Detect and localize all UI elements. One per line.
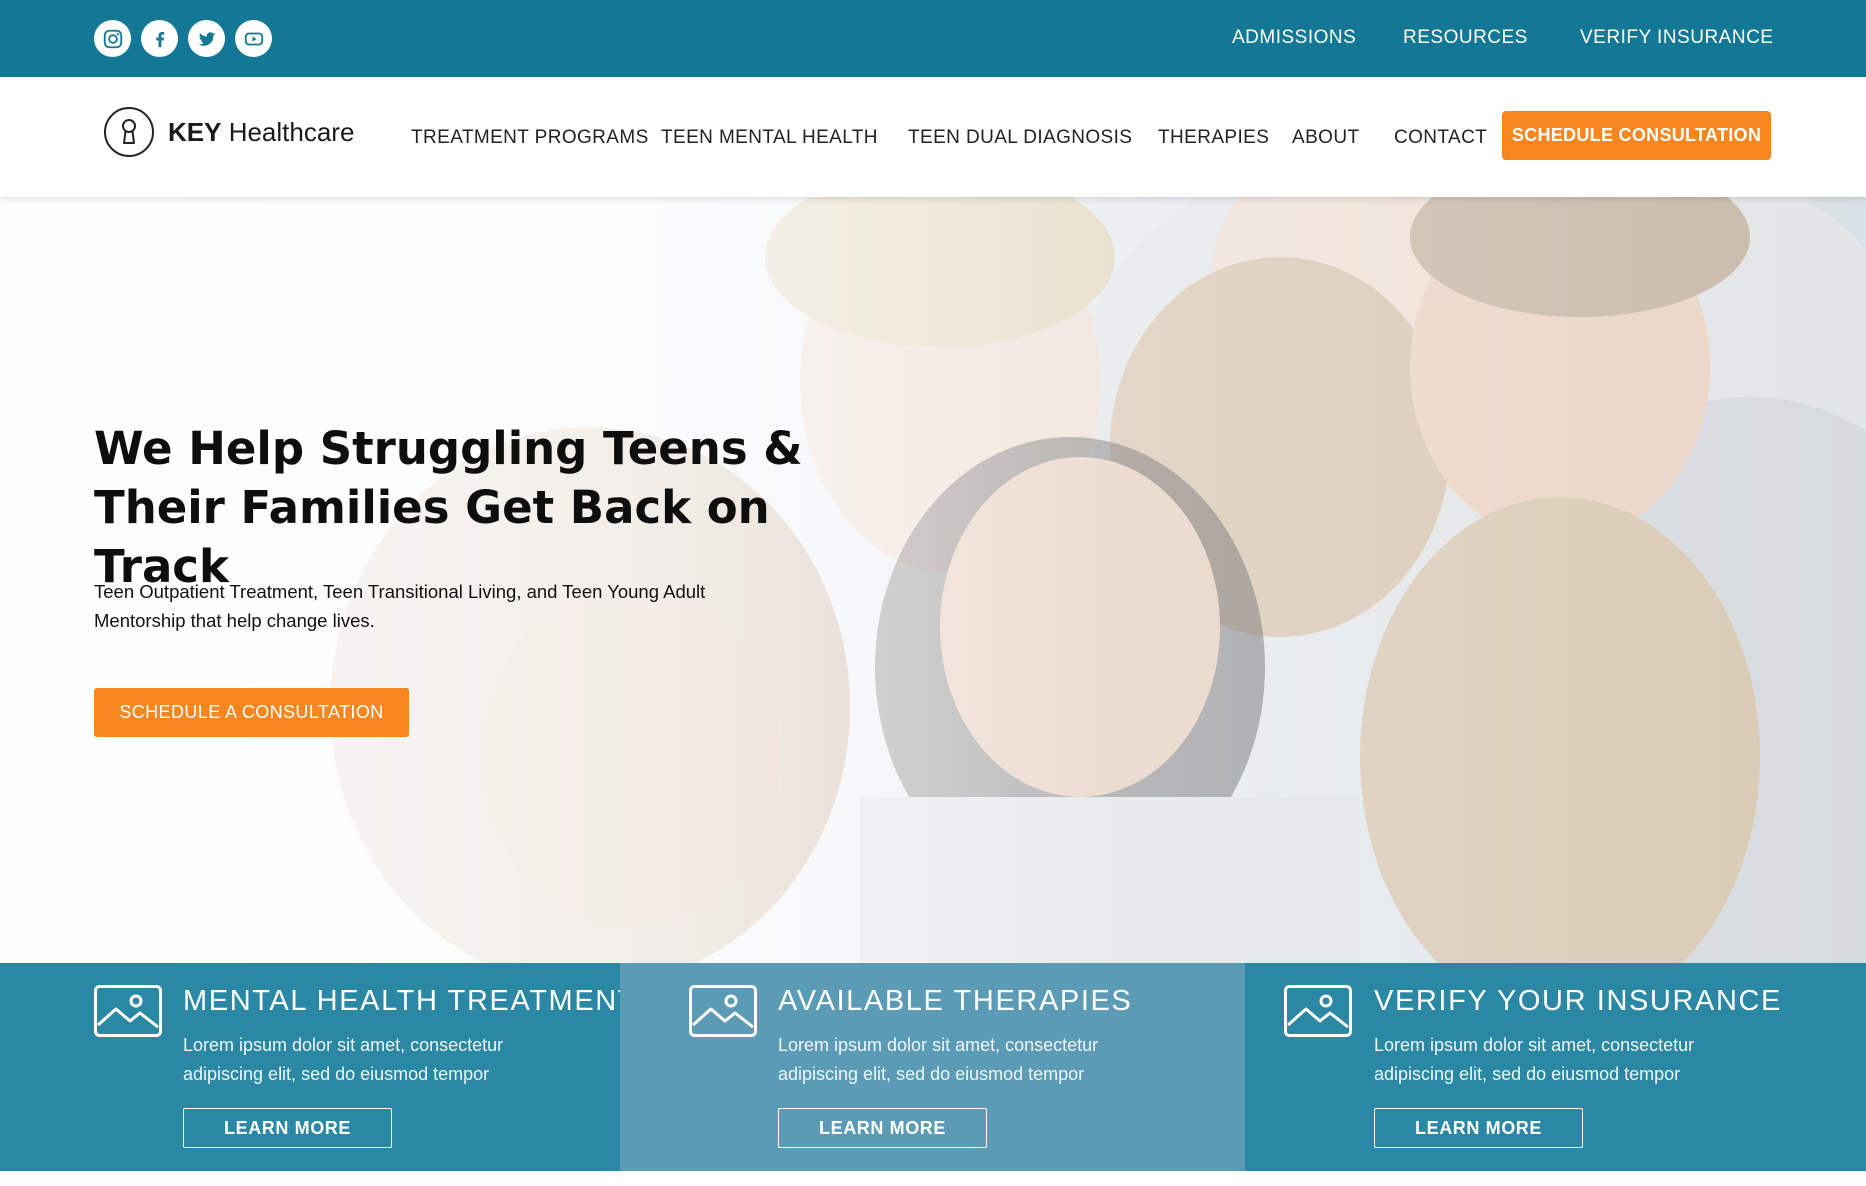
image-icon (94, 985, 162, 1037)
learn-more-button[interactable]: LEARN MORE (778, 1108, 987, 1148)
feature-mental-health: MENTAL HEALTH TREATMENT Lorem ipsum dolo… (0, 963, 636, 1171)
feature-title: AVAILABLE THERAPIES (778, 985, 1133, 1017)
features-section: MENTAL HEALTH TREATMENT Lorem ipsum dolo… (0, 963, 1866, 1171)
nav-teen-dual-diagnosis[interactable]: TEEN DUAL DIAGNOSIS (908, 127, 1132, 149)
schedule-a-consultation-button[interactable]: SCHEDULE A CONSULTATION (94, 688, 409, 737)
top-bar: ADMISSIONS RESOURCES VERIFY INSURANCE (0, 0, 1866, 77)
learn-more-button[interactable]: LEARN MORE (183, 1108, 392, 1148)
hero-subtitle: Teen Outpatient Treatment, Teen Transiti… (94, 581, 706, 631)
resources-link[interactable]: RESOURCES (1403, 27, 1528, 49)
hero-title: We Help Struggling Teens & Their Familie… (94, 422, 803, 593)
nav-treatment-programs[interactable]: TREATMENT PROGRAMS (411, 127, 649, 149)
feature-text: Lorem ipsum dolor sit amet, consectetur … (778, 1035, 1099, 1084)
nav-contact[interactable]: CONTACT (1394, 127, 1487, 149)
schedule-consultation-button[interactable]: SCHEDULE CONSULTATION (1502, 111, 1771, 160)
feature-text: Lorem ipsum dolor sit amet, consectetur … (183, 1035, 504, 1084)
brand-logo[interactable]: KEY Healthcare (104, 107, 354, 157)
feature-verify-insurance: VERIFY YOUR INSURANCE Lorem ipsum dolor … (1245, 963, 1866, 1171)
brand-name: KEY Healthcare (168, 116, 355, 147)
hero-section: We Help Struggling Teens & Their Familie… (0, 197, 1866, 963)
nav-about[interactable]: ABOUT (1292, 127, 1359, 149)
keyhole-icon (104, 107, 154, 157)
admissions-link[interactable]: ADMISSIONS (1232, 27, 1356, 49)
feature-therapies: AVAILABLE THERAPIES Lorem ipsum dolor si… (620, 963, 1245, 1171)
nav-therapies[interactable]: THERAPIES (1158, 127, 1269, 149)
feature-text: Lorem ipsum dolor sit amet, consectetur … (1374, 1035, 1695, 1084)
learn-more-button[interactable]: LEARN MORE (1374, 1108, 1583, 1148)
main-navigation: KEY Healthcare TREATMENT PROGRAMS TEEN M… (0, 77, 1866, 197)
image-icon (689, 985, 757, 1037)
feature-title: MENTAL HEALTH TREATMENT (183, 985, 638, 1017)
feature-title: VERIFY YOUR INSURANCE (1374, 985, 1782, 1017)
image-icon (1284, 985, 1352, 1037)
nav-teen-mental-health[interactable]: TEEN MENTAL HEALTH (661, 127, 878, 149)
verify-insurance-link[interactable]: VERIFY INSURANCE (1580, 27, 1773, 49)
